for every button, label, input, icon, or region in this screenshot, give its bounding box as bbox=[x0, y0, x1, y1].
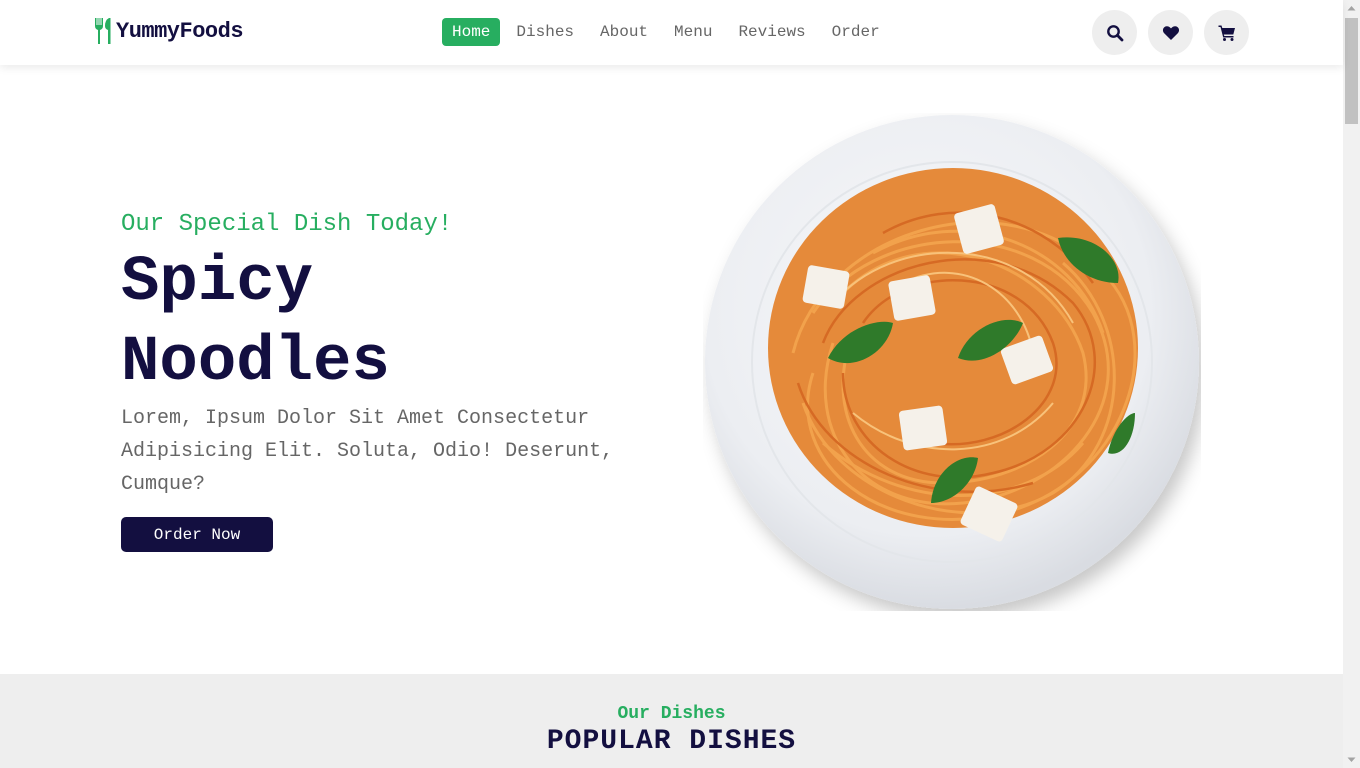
hero-section: Our Special Dish Today! Spicy Noodles Lo… bbox=[0, 65, 1343, 674]
header-icons bbox=[1092, 10, 1260, 55]
search-icon bbox=[1106, 24, 1123, 41]
nav-home[interactable]: Home bbox=[442, 18, 501, 46]
brand-logo[interactable]: YummyFoods bbox=[93, 16, 244, 46]
nav-dishes[interactable]: Dishes bbox=[506, 18, 584, 46]
popular-dishes-section: Our Dishes POPULAR DISHES bbox=[0, 674, 1343, 768]
hero-subtitle: Our Special Dish Today! bbox=[121, 211, 453, 238]
dishes-subtitle: Our Dishes bbox=[617, 704, 726, 724]
scrollbar-thumb[interactable] bbox=[1345, 18, 1358, 124]
utensils-icon bbox=[95, 18, 111, 44]
cart-button[interactable] bbox=[1204, 10, 1249, 55]
nav-menu[interactable]: Menu bbox=[664, 18, 722, 46]
cart-icon bbox=[1218, 25, 1235, 41]
brand-name: YummyFoods bbox=[116, 18, 244, 44]
scroll-down-arrow-icon[interactable] bbox=[1343, 751, 1360, 768]
order-now-button[interactable]: Order Now bbox=[121, 517, 273, 552]
nav-reviews[interactable]: Reviews bbox=[728, 18, 815, 46]
wishlist-button[interactable] bbox=[1148, 10, 1193, 55]
hero-description: Lorem, Ipsum Dolor Sit Amet Consectetur … bbox=[121, 407, 614, 496]
hero-title: Spicy Noodles bbox=[121, 247, 390, 399]
heart-icon bbox=[1162, 25, 1179, 40]
page-scrollbar[interactable] bbox=[1343, 0, 1360, 768]
search-button[interactable] bbox=[1092, 10, 1137, 55]
scroll-up-arrow-icon[interactable] bbox=[1343, 0, 1360, 17]
spicy-noodles-image bbox=[703, 113, 1201, 611]
main-nav: Home Dishes About Menu Reviews Order bbox=[442, 18, 896, 46]
site-header: YummyFoods Home Dishes About Menu Review… bbox=[0, 0, 1343, 65]
nav-order[interactable]: Order bbox=[822, 18, 890, 46]
dishes-title: POPULAR DISHES bbox=[546, 726, 797, 757]
nav-about[interactable]: About bbox=[590, 18, 658, 46]
